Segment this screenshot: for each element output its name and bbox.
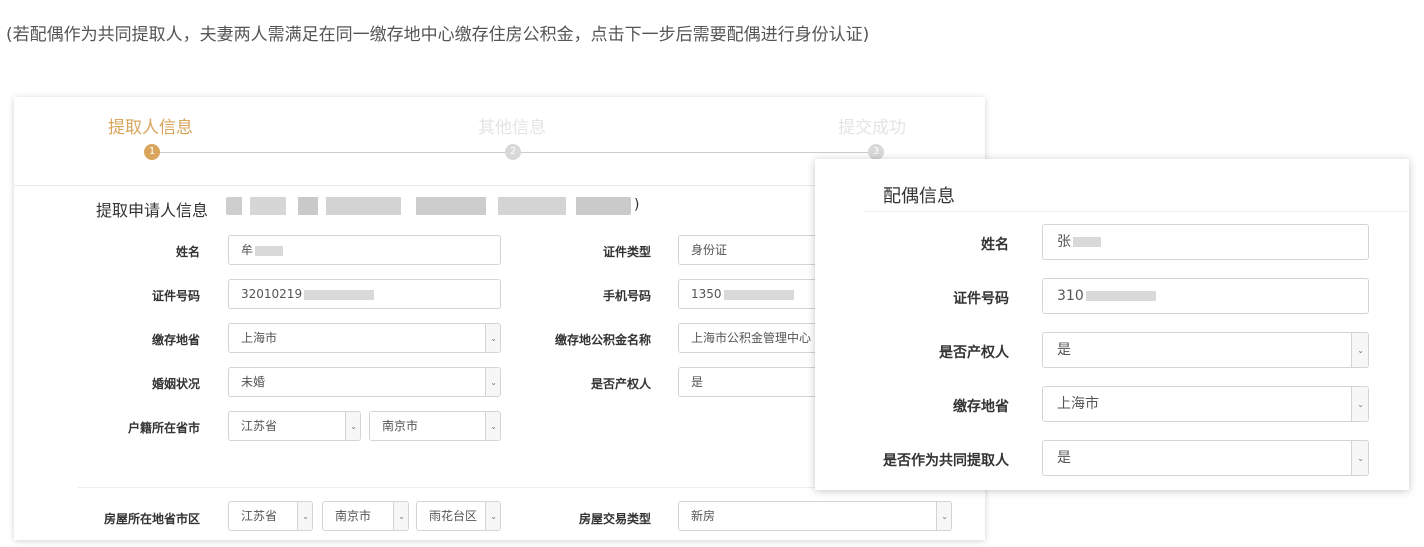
spouse-is-owner-value: 是: [1057, 342, 1071, 358]
trade-type-select[interactable]: 新房 ⌄: [678, 501, 952, 531]
chevron-down-icon: ⌄: [490, 512, 497, 521]
marital-status-label: 婚姻状况: [151, 377, 200, 391]
step-3-label: 提交成功: [838, 118, 906, 138]
chevron-down-icon: ⌄: [350, 422, 357, 431]
household-province-select[interactable]: 江苏省 ⌄: [228, 411, 361, 441]
spouse-panel: 配偶信息 姓名 张 证件号码 310 是否产权人 是 ⌄ 缴存地省 上海市 ⌄ 是否…: [815, 159, 1409, 490]
chevron-down-icon: ⌄: [1357, 346, 1364, 355]
property-city-value: 南京市: [335, 509, 372, 523]
spouse-deposit-province-value: 上海市: [1057, 396, 1099, 412]
household-city-select[interactable]: 南京市 ⌄: [369, 411, 501, 441]
spouse-id-number-label: 证件号码: [953, 291, 1009, 307]
step-1-label: 提取人信息: [108, 118, 193, 138]
spouse-is-owner-select[interactable]: 是 ⌄: [1042, 332, 1369, 368]
name-value: 牟: [241, 243, 254, 257]
chevron-down-icon: ⌄: [302, 512, 309, 521]
phone-value: 1350: [691, 287, 722, 301]
property-district-select[interactable]: 雨花台区 ⌄: [416, 501, 501, 531]
id-type-label: 证件类型: [602, 245, 651, 259]
phone-input[interactable]: 1350: [678, 279, 838, 309]
id-number-label: 证件号码: [151, 289, 200, 303]
chevron-down-icon: ⌄: [1357, 400, 1364, 409]
chevron-down-icon: ⌄: [490, 422, 497, 431]
masked-text: [1073, 237, 1101, 247]
spouse-title-divider: [863, 211, 1409, 212]
spouse-id-number-value: 310: [1057, 288, 1084, 304]
redacted-info: [226, 197, 631, 215]
marital-status-select[interactable]: 未婚 ⌄: [228, 367, 501, 397]
property-district-value: 雨花台区: [429, 509, 478, 523]
property-province-select[interactable]: 江苏省 ⌄: [228, 501, 313, 531]
trade-type-label: 房屋交易类型: [578, 512, 651, 526]
spouse-name-input[interactable]: 张: [1042, 224, 1369, 260]
fund-name-input[interactable]: 上海市公积金管理中心: [678, 323, 838, 353]
phone-label: 手机号码: [602, 289, 651, 303]
spouse-id-number-input[interactable]: 310: [1042, 278, 1369, 314]
id-number-value: 32010219: [241, 287, 303, 301]
household-label: 户籍所在省市: [127, 421, 200, 435]
section-title: 提取申请人信息: [96, 201, 209, 220]
spouse-name-label: 姓名: [981, 237, 1009, 253]
step-2-dot: 2: [505, 144, 521, 160]
spouse-co-withdrawer-select[interactable]: 是 ⌄: [1042, 440, 1369, 476]
is-owner-label: 是否产权人: [590, 377, 651, 391]
trade-type-value: 新房: [691, 509, 716, 523]
deposit-province-select[interactable]: 上海市 ⌄: [228, 323, 501, 353]
id-number-input[interactable]: 32010219: [228, 279, 501, 309]
name-label: 姓名: [175, 245, 200, 259]
masked-text: [304, 289, 375, 300]
spouse-deposit-province-label: 缴存地省: [953, 399, 1009, 415]
spouse-co-withdrawer-value: 是: [1057, 450, 1071, 466]
household-province-value: 江苏省: [241, 419, 278, 433]
step-2-label: 其他信息: [478, 118, 546, 138]
marital-status-value: 未婚: [241, 375, 266, 389]
spouse-co-withdrawer-label: 是否作为共同提取人: [883, 453, 1009, 469]
deposit-province-value: 上海市: [241, 331, 278, 345]
deposit-province-label: 缴存地省: [151, 333, 200, 347]
household-city-value: 南京市: [382, 419, 419, 433]
masked-text: [1085, 291, 1156, 301]
spouse-deposit-province-select[interactable]: 上海市 ⌄: [1042, 386, 1369, 422]
chevron-down-icon: ⌄: [398, 512, 405, 521]
is-owner-input[interactable]: 是: [678, 367, 838, 397]
id-type-input[interactable]: 身份证: [678, 235, 838, 265]
spouse-name-value: 张: [1057, 234, 1071, 250]
spouse-is-owner-label: 是否产权人: [939, 345, 1009, 361]
step-3-dot: 3: [868, 144, 884, 160]
masked-text: [723, 289, 794, 300]
spouse-title: 配偶信息: [883, 186, 955, 207]
property-province-value: 江苏省: [241, 509, 278, 523]
step-1-dot: 1: [144, 144, 160, 160]
masked-text: [255, 245, 284, 256]
name-input[interactable]: 牟: [228, 235, 501, 265]
chevron-down-icon: ⌄: [490, 334, 497, 343]
property-location-label: 房屋所在地省市区: [103, 512, 200, 526]
property-city-select[interactable]: 南京市 ⌄: [322, 501, 409, 531]
chevron-down-icon: ⌄: [941, 512, 948, 521]
chevron-down-icon: ⌄: [1357, 454, 1364, 463]
fund-name-label: 缴存地公积金名称: [554, 333, 651, 347]
section-title-suffix: ): [634, 197, 640, 213]
chevron-down-icon: ⌄: [490, 378, 497, 387]
notice-text: (若配偶作为共同提取人，夫妻两人需满足在同一缴存地中心缴存住房公积金，点击下一步…: [6, 25, 870, 45]
